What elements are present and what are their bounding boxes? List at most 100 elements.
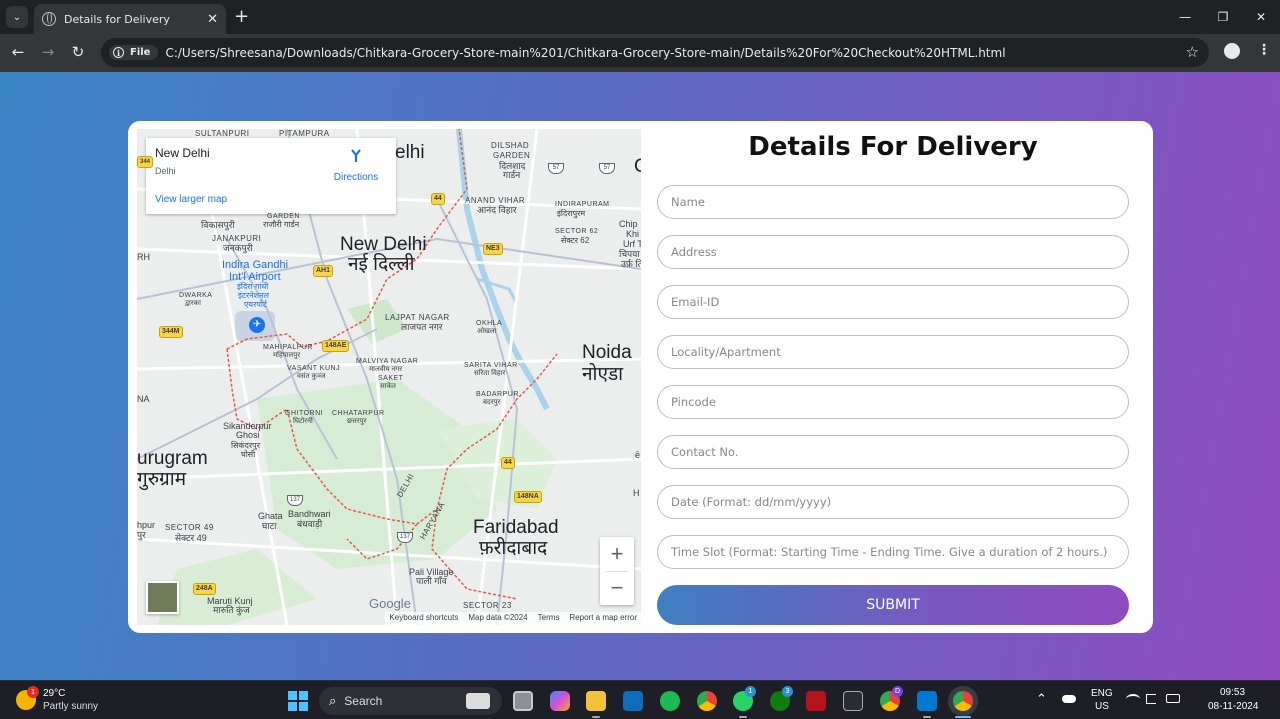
submit-button[interactable]: SUBMIT <box>657 585 1129 625</box>
map-label: PITAMPURA <box>279 129 330 138</box>
whatsapp-badge: 1 <box>745 686 756 697</box>
date-input[interactable]: Date (Format: dd/mm/yyyy) <box>657 485 1129 519</box>
clock-time[interactable]: 09:53 <box>1220 687 1245 698</box>
map-label: नई दिल्ली <box>348 254 415 275</box>
back-button[interactable]: ← <box>8 43 28 61</box>
wifi-icon[interactable] <box>1126 694 1140 704</box>
map-label: VASANT KUNJ <box>287 365 341 372</box>
map-label: सरिता विहार <box>474 370 506 377</box>
vscode-icon[interactable] <box>917 691 937 711</box>
locality-input[interactable]: Locality/Apartment <box>657 335 1129 369</box>
notification-badge: 1 <box>27 686 39 698</box>
report-map-error-link[interactable]: Report a map error <box>569 613 637 624</box>
map-label: MALVIYA NAGAR <box>356 358 419 365</box>
site-info-chip[interactable]: i File <box>109 45 159 60</box>
bookmark-star-icon[interactable]: ☆ <box>1186 43 1199 61</box>
reload-button[interactable]: ↻ <box>68 43 88 61</box>
volume-icon[interactable] <box>1146 694 1156 704</box>
map-label: नोएडा <box>582 364 624 385</box>
map-label: C <box>634 156 641 177</box>
zoom-out-button[interactable]: − <box>600 571 634 605</box>
map-label: urugram <box>137 448 208 469</box>
map-label: द्वारका <box>185 300 201 307</box>
zoom-in-button[interactable]: + <box>600 537 634 571</box>
field-placeholder: Contact No. <box>671 445 739 459</box>
info-icon: i <box>113 47 124 58</box>
map-label: SAKET <box>378 375 404 382</box>
forward-button[interactable]: → <box>38 43 58 61</box>
highway-shield: 44 <box>431 193 445 205</box>
window-controls: — ❐ ✕ <box>1166 0 1280 34</box>
map-label: इंदिरापुरम <box>557 209 586 218</box>
app-icon[interactable] <box>843 691 863 711</box>
page-title: Details For Delivery <box>748 132 1038 162</box>
map-label: BADARPUR <box>476 391 519 398</box>
onedrive-icon[interactable] <box>1062 695 1076 703</box>
map-label: ē <box>635 450 641 460</box>
contact-input[interactable]: Contact No. <box>657 435 1129 469</box>
browser-menu-icon[interactable]: ⋮ <box>1257 42 1271 58</box>
time-slot-input[interactable]: Time Slot (Format: Starting Time - Endin… <box>657 535 1129 569</box>
zoom-divider <box>606 571 628 572</box>
profile-avatar-icon[interactable] <box>1224 43 1240 59</box>
map-label: वसंत कुञ्ज <box>297 373 326 380</box>
map-label: Ghosi <box>236 430 260 440</box>
chrome-icon[interactable] <box>697 691 717 711</box>
browser-tab[interactable]: Details for Delivery ✕ <box>34 4 226 34</box>
map-label: SECTOR 49 <box>165 523 214 532</box>
highway-shield: 148AE <box>322 340 350 352</box>
highway-shield: NE3 <box>483 243 503 255</box>
map-label: बदरपुर <box>483 399 501 406</box>
new-tab-button[interactable]: + <box>234 7 249 27</box>
map-label: Faridabad <box>473 517 559 538</box>
field-placeholder: Date (Format: dd/mm/yyyy) <box>671 495 832 509</box>
satellite-layer-button[interactable] <box>146 581 179 614</box>
field-placeholder: Pincode <box>671 395 716 409</box>
minimize-button[interactable]: — <box>1166 0 1204 34</box>
delivery-card: New Delhi Delhi View larger map Directio… <box>128 121 1153 633</box>
map-label: CHHATARPUR <box>332 410 385 417</box>
view-larger-map-link[interactable]: View larger map <box>155 194 227 205</box>
pincode-input[interactable]: Pincode <box>657 385 1129 419</box>
address-bar[interactable]: i File C:/Users/Shreesana/Downloads/Chit… <box>101 38 1209 67</box>
address-input[interactable]: Address <box>657 235 1129 269</box>
search-highlight-icon <box>466 693 490 709</box>
url-text[interactable]: C:/Users/Shreesana/Downloads/Chitkara-Gr… <box>165 46 1005 60</box>
taskbar-search[interactable]: ⌕ Search <box>319 687 502 715</box>
airplane-icon[interactable]: ✈ <box>249 317 265 333</box>
terms-link[interactable]: Terms <box>538 613 560 624</box>
windows-start-icon[interactable] <box>288 691 308 711</box>
keyboard-shortcuts-link[interactable]: Keyboard shortcuts <box>389 613 458 624</box>
highway-shield: 44 <box>501 457 515 469</box>
search-label: Search <box>344 694 383 708</box>
weather-widget[interactable]: 1 29°C Partly sunny <box>16 686 99 713</box>
file-explorer-icon[interactable] <box>586 691 606 711</box>
windows-taskbar: 1 29°C Partly sunny ⌕ Search 1 3 D ⌃ ENG… <box>0 680 1280 719</box>
outlook-icon[interactable] <box>623 691 643 711</box>
battery-icon[interactable] <box>1166 694 1180 703</box>
task-view-icon[interactable] <box>513 691 533 711</box>
email-input[interactable]: Email-ID <box>657 285 1129 319</box>
embedded-map[interactable]: New Delhi Delhi View larger map Directio… <box>137 129 641 625</box>
map-label: जनकपुरी <box>223 243 253 253</box>
directions-button[interactable]: Directions <box>331 148 381 183</box>
map-label: गार्डन <box>503 170 521 180</box>
field-placeholder: Time Slot (Format: Starting Time - Endin… <box>671 545 1108 559</box>
copilot-icon[interactable] <box>550 691 570 711</box>
xbox-badge: 3 <box>782 686 793 697</box>
map-label: सेक्टर 49 <box>175 533 207 543</box>
chrome-active-icon[interactable] <box>953 691 973 711</box>
close-tab-icon[interactable]: ✕ <box>207 12 218 27</box>
map-label: घाटा <box>262 521 277 531</box>
name-input[interactable]: Name <box>657 185 1129 219</box>
tab-search-button[interactable]: ⌄ <box>6 6 28 28</box>
spotify-icon[interactable] <box>660 691 680 711</box>
close-window-button[interactable]: ✕ <box>1242 0 1280 34</box>
game-app-icon[interactable] <box>806 691 826 711</box>
tray-overflow-icon[interactable]: ⌃ <box>1036 691 1047 707</box>
map-label: घोसी <box>241 450 256 459</box>
weather-condition: Partly sunny <box>43 701 99 712</box>
language-indicator[interactable]: ENG <box>1091 688 1113 699</box>
maximize-button[interactable]: ❐ <box>1204 0 1242 34</box>
map-label: मालवीय नगर <box>369 366 403 373</box>
